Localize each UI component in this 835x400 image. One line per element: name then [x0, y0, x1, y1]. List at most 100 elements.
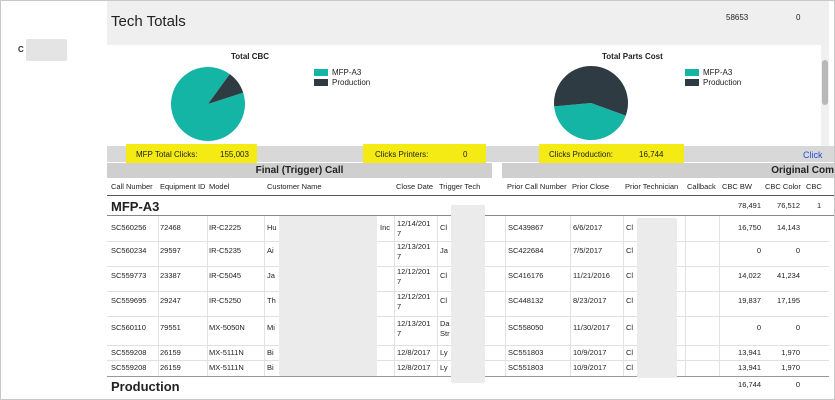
cell-cbc-bw: 0: [756, 323, 761, 332]
group-total-extra: 1: [817, 201, 822, 210]
cell-equipment-id: 29597: [160, 246, 181, 255]
click-link[interactable]: Click: [803, 150, 823, 160]
group-total-color: 76,512: [777, 201, 800, 210]
redacted-tech-names: [451, 205, 485, 383]
column-header: Equipment ID: [160, 182, 206, 191]
legend-swatch: [685, 69, 699, 76]
cell-cbc-bw: 16,750: [738, 223, 761, 232]
clicks-production: Clicks Production: 16,744: [539, 144, 684, 164]
cell-trigger-tech: Ja: [440, 246, 448, 255]
cell-customer: Ja: [267, 271, 275, 280]
cell-prior-call: SC558050: [508, 323, 544, 332]
legend-label: MFP-A3: [332, 68, 362, 77]
left-panel-label: C: [18, 45, 24, 54]
mfp-total-clicks-label: MFP Total Clicks:: [136, 150, 198, 159]
legend-label: MFP-A3: [703, 68, 733, 77]
redacted-prior-tech-names: [637, 218, 677, 378]
cell-trigger-tech: Ly: [440, 348, 448, 357]
cell-equipment-id: 79551: [160, 323, 181, 332]
cell-cbc-color: 41,234: [777, 271, 800, 280]
cell-close-date-2: 7: [397, 229, 402, 238]
group-total-color: 0: [795, 380, 800, 389]
left-panel: C: [1, 1, 107, 399]
legend-item-mfp-a3: MFP-A3: [685, 68, 732, 77]
header-divider: [107, 195, 834, 196]
section-header-original-label: Original Com: [771, 165, 834, 176]
window-frame: C Tech Totals 58653 0 Total CBC MFP-A3 P…: [0, 0, 835, 400]
cell-call-number: SC560256: [111, 223, 147, 232]
cell-call-number: SC560110: [111, 323, 146, 332]
cell-close-date-2: 7: [397, 329, 402, 338]
cell-cbc-color: 14,143: [777, 223, 800, 232]
legend-label: Production: [703, 78, 742, 87]
mfp-total-clicks-value: 155,003: [220, 150, 249, 159]
column-header: CBC BW: [722, 182, 752, 191]
cell-prior-close: 7/5/2017: [573, 246, 603, 255]
clicks-printers-label: Clicks Printers:: [375, 150, 429, 159]
cell-equipment-id: 72468: [160, 223, 181, 232]
cell-prior-call: SC448132: [508, 296, 544, 305]
cell-prior-close: 8/23/2017: [573, 296, 607, 305]
cell-close-date-2: 7: [397, 277, 402, 286]
clicks-production-value: 16,744: [639, 150, 664, 159]
column-header: Close Date: [396, 182, 434, 191]
cell-close-date: 12/13/201: [397, 319, 431, 328]
tech-total-value-2: 0: [796, 13, 801, 22]
cell-cbc-color: 0: [795, 246, 800, 255]
group-total-bw: 16,744: [738, 380, 761, 389]
cell-model: IR-C2225: [209, 223, 242, 232]
cell-prior-close: 10/9/2017: [573, 363, 607, 372]
column-header: Prior Technician: [625, 182, 679, 191]
column-header: CBC: [806, 182, 822, 191]
cell-prior-call: SC551803: [508, 348, 544, 357]
vertical-scrollbar[interactable]: [821, 45, 829, 155]
cell-prior-call: SC422684: [508, 246, 544, 255]
tech-totals-header: Tech Totals 58653 0: [107, 1, 829, 45]
legend-label: Production: [332, 78, 371, 87]
cell-prior-tech: Cl: [626, 363, 634, 372]
cell-model: IR-C5250: [209, 296, 242, 305]
column-header: Callback: [687, 182, 716, 191]
column-header: Prior Close: [572, 182, 610, 191]
cell-model: MX-5050N: [209, 323, 245, 332]
group-title-mfp-a3: MFP-A3: [111, 199, 160, 214]
cell-prior-close: 11/21/2016: [573, 271, 610, 280]
cell-prior-call: SC439867: [508, 223, 544, 232]
column-header: Trigger Tech: [439, 182, 481, 191]
scrollbar-thumb[interactable]: [822, 60, 828, 105]
cell-prior-tech: Cl: [626, 223, 634, 232]
cell-equipment-id: 23387: [160, 271, 181, 280]
cell-trigger-tech: Ly: [440, 363, 448, 372]
cell-model: MX-5111N: [209, 363, 244, 372]
cell-prior-close: 11/30/2017: [573, 323, 610, 332]
cell-trigger-tech: Cl: [440, 296, 448, 305]
cell-trigger-tech-2: Str: [440, 329, 450, 338]
cell-prior-tech: Cl: [626, 296, 634, 305]
cell-prior-close: 6/6/2017: [573, 223, 603, 232]
clicks-printers: Clicks Printers: 0: [363, 144, 486, 164]
cell-customer: Bi: [267, 363, 274, 372]
legend-item-mfp-a3: MFP-A3: [314, 68, 361, 77]
cell-cbc-color: 17,195: [777, 296, 800, 305]
cell-close-date: 12/8/2017: [397, 348, 431, 357]
cell-call-number: SC559773: [111, 271, 147, 280]
cell-close-date: 12/8/2017: [397, 363, 431, 372]
page-title: Tech Totals: [111, 13, 186, 30]
cell-trigger-tech: Cl: [440, 271, 448, 280]
cell-equipment-id: 26159: [160, 348, 181, 357]
cell-model: MX-5111N: [209, 348, 244, 357]
legend-swatch: [314, 69, 328, 76]
column-header: CBC Color: [765, 182, 801, 191]
mfp-total-clicks: MFP Total Clicks: 155,003: [126, 144, 257, 164]
cell-model: IR-C5235: [209, 246, 242, 255]
section-header-final-call: Final (Trigger) Call: [107, 163, 492, 178]
column-header: Call Number: [111, 182, 153, 191]
cell-prior-tech: Cl: [626, 271, 634, 280]
pie-chart-total-parts-cost: [554, 66, 628, 140]
cell-trigger-tech: Cl: [440, 223, 448, 232]
cell-prior-close: 10/9/2017: [573, 348, 607, 357]
legend-swatch: [685, 79, 699, 86]
chart-title-total-cbc: Total CBC: [231, 52, 270, 61]
cell-customer-suffix: Inc: [380, 223, 391, 232]
cell-customer: Hu: [267, 223, 277, 232]
